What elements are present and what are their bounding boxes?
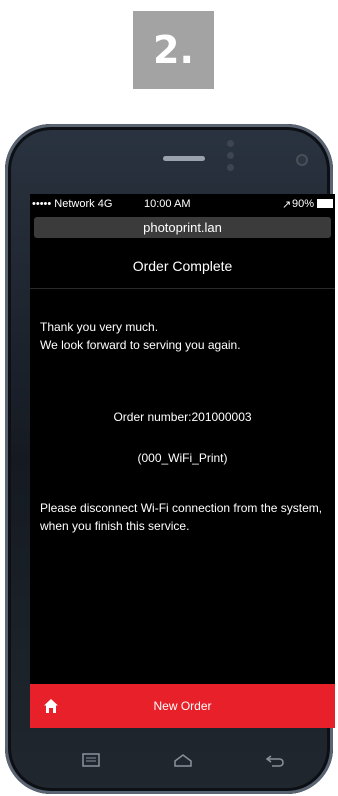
earpiece-speaker	[163, 156, 205, 161]
url-bar[interactable]: photoprint.lan	[34, 217, 331, 238]
new-order-button[interactable]: New Order	[30, 684, 335, 728]
battery-percent: 90%	[292, 198, 315, 210]
sensor-dot-1	[227, 140, 234, 147]
order-name: (000_WiFi_Print)	[137, 451, 228, 465]
recent-apps-icon[interactable]	[80, 752, 102, 768]
disconnect-note: Please disconnect Wi-Fi connection from …	[40, 501, 323, 533]
thanks-line-1: Thank you very much.	[40, 320, 159, 334]
phone-screen: ••••• Network 4G 10:00 AM ↗ 90% photopri…	[30, 194, 335, 728]
sensor-dot-3	[227, 164, 234, 171]
order-number: Order number:201000003	[113, 410, 252, 424]
android-home-icon[interactable]	[172, 752, 194, 768]
new-order-label[interactable]: New Order	[30, 684, 335, 728]
status-bar: ••••• Network 4G 10:00 AM ↗ 90%	[30, 194, 335, 214]
battery-icon	[317, 199, 333, 208]
location-icon: ↗	[282, 199, 292, 211]
front-camera	[296, 154, 308, 166]
page-title: Order Complete	[30, 244, 335, 289]
sensor-dot-2	[227, 152, 234, 159]
carrier-signal: ••••• Network 4G	[32, 198, 113, 210]
thanks-line-2: We look forward to serving you again.	[40, 338, 241, 352]
thank-you-message: Thank you very much. We look forward to …	[40, 318, 330, 354]
step-badge: 2.	[133, 11, 214, 89]
status-time: 10:00 AM	[144, 198, 191, 210]
back-icon[interactable]	[264, 752, 286, 768]
